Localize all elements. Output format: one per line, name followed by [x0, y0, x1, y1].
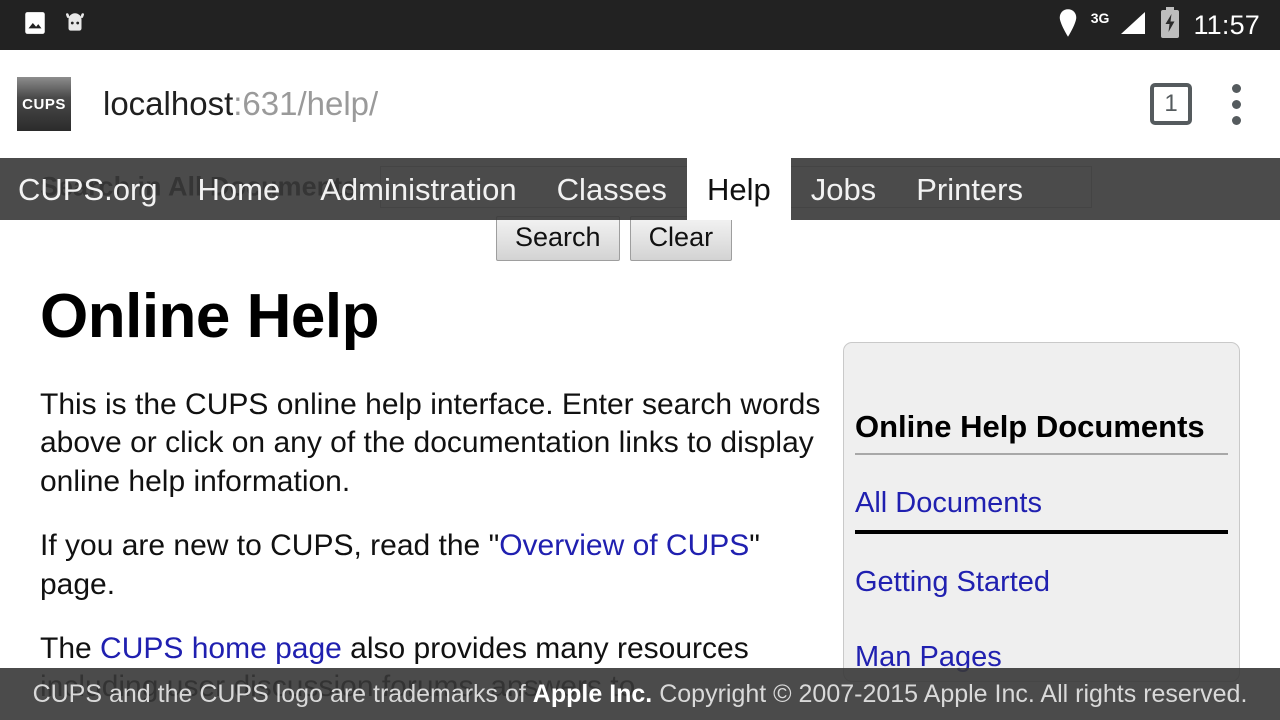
nav-item-classes[interactable]: Classes [537, 160, 687, 219]
status-bar-system-icons: 3G 11:57 [1057, 6, 1280, 44]
nav-item-home[interactable]: Home [178, 160, 301, 219]
footer-text-after: Copyright © 2007-2015 Apple Inc. All rig… [652, 679, 1248, 708]
sidebar-title: Online Help Documents [855, 343, 1228, 456]
footer-text-before: CUPS and the CUPS logo are trademarks of [32, 679, 533, 708]
android-robot-icon [62, 10, 88, 41]
url-host: localhost [103, 85, 234, 122]
apple-inc-link[interactable]: Apple Inc. [533, 680, 652, 708]
web-page-content: Search in All Documents: Search Clear On… [0, 158, 1280, 720]
overview-of-cups-link[interactable]: Overview of CUPS [499, 529, 749, 562]
signal-bars-icon [1117, 9, 1147, 42]
android-status-bar: 3G 11:57 [0, 0, 1280, 50]
tab-count-button[interactable]: 1 [1150, 83, 1192, 125]
network-type-label: 3G [1090, 10, 1110, 26]
intro-paragraph: This is the CUPS online help interface. … [40, 388, 821, 498]
homepage-text-before: The [40, 631, 101, 665]
online-help-documents-sidebar: Online Help Documents All Documents Gett… [843, 342, 1240, 682]
search-form-buttons: Search Clear [496, 216, 733, 262]
overview-text-before: If you are new to CUPS, read the " [40, 529, 500, 563]
url-path: :631/help/ [233, 85, 379, 122]
cups-home-page-link[interactable]: CUPS home page [100, 632, 342, 665]
footer-text: CUPS and the CUPS logo are trademarks of… [33, 680, 1248, 709]
sidebar-link-getting-started[interactable]: Getting Started [855, 534, 1228, 609]
search-button[interactable]: Search [496, 216, 620, 262]
location-pin-icon [1057, 8, 1079, 43]
browser-toolbar: CUPS localhost:631/help/ 1 [0, 50, 1280, 158]
battery-charging-icon [1159, 6, 1181, 44]
status-bar-notification-icons [0, 10, 88, 41]
nav-item-jobs[interactable]: Jobs [791, 160, 896, 219]
site-footer: CUPS and the CUPS logo are trademarks of… [0, 668, 1280, 720]
nav-item-printers[interactable]: Printers [896, 160, 1043, 219]
page-title: Online Help [40, 282, 379, 351]
clear-button[interactable]: Clear [629, 216, 733, 262]
nav-item-cups-org[interactable]: CUPS.org [0, 160, 178, 219]
more-vert-icon[interactable] [1210, 83, 1262, 125]
site-navigation: CUPS.org Home Administration Classes Hel… [0, 158, 1280, 220]
main-column: Online Help This is the CUPS online help… [40, 286, 830, 720]
status-bar-clock: 11:57 [1193, 9, 1260, 40]
sidebar-link-all-documents[interactable]: All Documents [855, 455, 1228, 535]
site-favicon: CUPS [17, 77, 71, 131]
url-bar[interactable]: localhost:631/help/ [103, 85, 378, 123]
overview-paragraph: If you are new to CUPS, read the "Overvi… [40, 527, 830, 604]
nav-item-administration[interactable]: Administration [300, 160, 536, 219]
image-icon [22, 10, 48, 41]
nav-item-help[interactable]: Help [686, 158, 791, 220]
